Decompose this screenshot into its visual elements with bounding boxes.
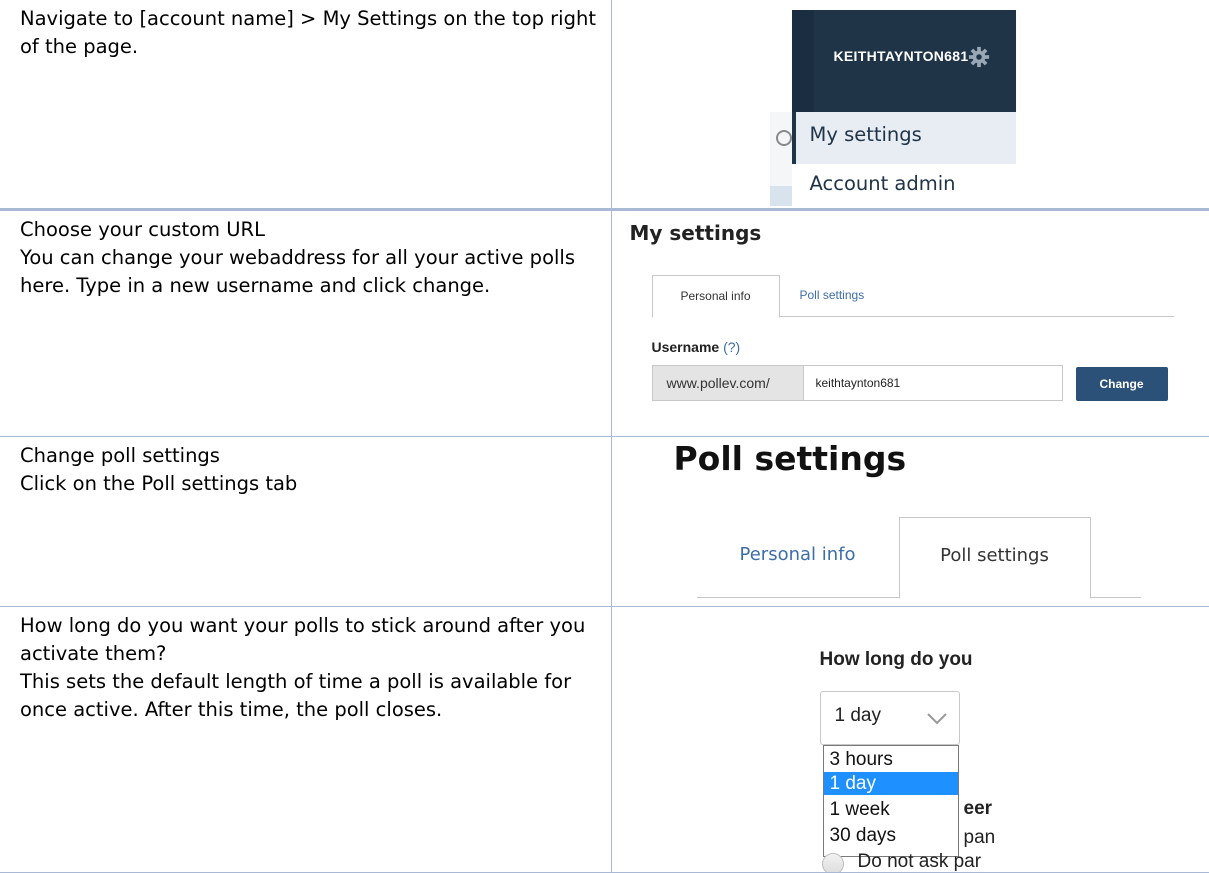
account-name[interactable]: KEITHTAYNTON681 [834, 48, 969, 64]
chevron-down-icon [925, 708, 949, 728]
settings-tabs: Personal info Poll settings [696, 516, 1141, 599]
instruction-cell: How long do you want your polls to stick… [0, 605, 612, 873]
instruction-text: Click on the Poll settings tab [20, 471, 298, 495]
instruction-table: Navigate to [account name] > My Settings… [0, 0, 1209, 873]
option-1-week[interactable]: 1 week [824, 798, 958, 821]
screenshot-cell: How long do you 1 day 3 hours 1 day 1 we… [610, 605, 1209, 873]
instruction-heading: Choose your custom URL [20, 217, 265, 241]
search-icon [770, 128, 792, 168]
screenshot-cell: KEITHTAYNTON681 My settings Account admi… [610, 0, 1209, 211]
url-prefix: www.pollev.com/ [651, 364, 804, 401]
screenshot-cell: Poll settings Personal info Poll setting… [610, 435, 1209, 607]
gear-icon[interactable] [968, 46, 990, 68]
screenshot-cell: My settings Personal info Poll settings … [610, 208, 1209, 437]
radio-label: Do not ask par [857, 850, 982, 872]
instruction-heading: Change poll settings [20, 443, 220, 467]
account-header[interactable]: KEITHTAYNTON681 [791, 10, 1016, 112]
instruction-text: Navigate to [account name] > My Settings… [20, 7, 596, 58]
obscured-text: pan [963, 826, 996, 848]
change-button[interactable]: Change [1075, 366, 1168, 401]
question-heading: How long do you [819, 648, 973, 670]
option-1-day[interactable]: 1 day [823, 771, 958, 795]
radio-button[interactable] [821, 852, 844, 871]
tab-personal-info[interactable]: Personal info [651, 274, 780, 318]
instruction-row: Change poll settings Click on the Poll s… [0, 435, 1209, 607]
instruction-row: Navigate to [account name] > My Settings… [0, 0, 1209, 211]
instruction-text: You can change your webaddress for all y… [20, 245, 575, 297]
selected-value: 1 day [834, 704, 881, 726]
duration-select[interactable]: 1 day [819, 690, 960, 745]
tab-personal-info[interactable]: Personal info [697, 517, 899, 598]
tab-poll-settings[interactable]: Poll settings [898, 516, 1091, 599]
instruction-cell: Choose your custom URL You can change yo… [0, 208, 612, 437]
obscured-heading: eer [963, 797, 993, 819]
duration-options: 3 hours 1 day 1 week 30 days [822, 744, 959, 857]
menu-item-account-admin[interactable]: Account admin [791, 164, 1016, 206]
option-3-hours[interactable]: 3 hours [824, 748, 958, 771]
menu-item-my-settings[interactable]: My settings [791, 112, 1016, 164]
account-menu: KEITHTAYNTON681 My settings Account admi… [769, 10, 1016, 206]
page-title: My settings [629, 220, 762, 245]
tab-poll-settings[interactable]: Poll settings [800, 275, 865, 317]
settings-tabs: Personal info Poll settings [651, 274, 1174, 318]
instruction-row: Choose your custom URL You can change yo… [0, 208, 1209, 437]
instruction-heading: How long do you want your polls to stick… [20, 613, 586, 665]
username-label: Username (?) [651, 338, 741, 355]
instruction-cell: Navigate to [account name] > My Settings… [0, 0, 612, 211]
instruction-row: How long do you want your polls to stick… [0, 605, 1209, 873]
page-title: Poll settings [673, 438, 907, 478]
instruction-cell: Change poll settings Click on the Poll s… [0, 435, 612, 607]
help-link[interactable]: (?) [723, 339, 740, 355]
option-30-days[interactable]: 30 days [824, 824, 958, 847]
instruction-text: This sets the default length of time a p… [20, 669, 572, 721]
username-input[interactable]: keithtaynton681 [802, 364, 1063, 401]
